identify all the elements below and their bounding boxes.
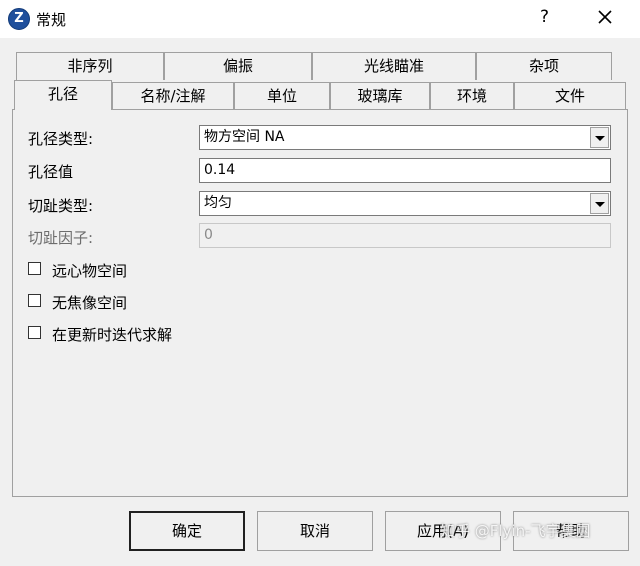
tab-glass-catalogs[interactable]: 玻璃库 [330,82,430,110]
tab-non-sequential[interactable]: 非序列 [16,52,164,80]
tab-files[interactable]: 文件 [514,82,626,110]
title-bar: Z 常规 ? [0,0,640,38]
zemax-logo-icon: Z [8,8,30,30]
close-icon[interactable] [594,6,616,28]
cancel-button[interactable]: 取消 [257,511,373,551]
tab-units[interactable]: 单位 [234,82,330,110]
tab-aperture[interactable]: 孔径 [14,80,112,110]
tab-ray-aiming[interactable]: 光线瞄准 [312,52,476,80]
help-button[interactable]: ? [540,7,549,27]
tab-title-notes[interactable]: 名称/注解 [112,82,234,110]
watermark: 知乎 @Flyin-飞宇集團 [440,522,591,540]
window-title: 常规 [36,11,67,29]
ok-button[interactable]: 确定 [129,511,245,551]
tab-misc[interactable]: 杂项 [476,52,612,80]
tab-polarization[interactable]: 偏振 [164,52,312,80]
tab-environment[interactable]: 环境 [430,82,514,110]
tab-content-panel [12,109,628,497]
